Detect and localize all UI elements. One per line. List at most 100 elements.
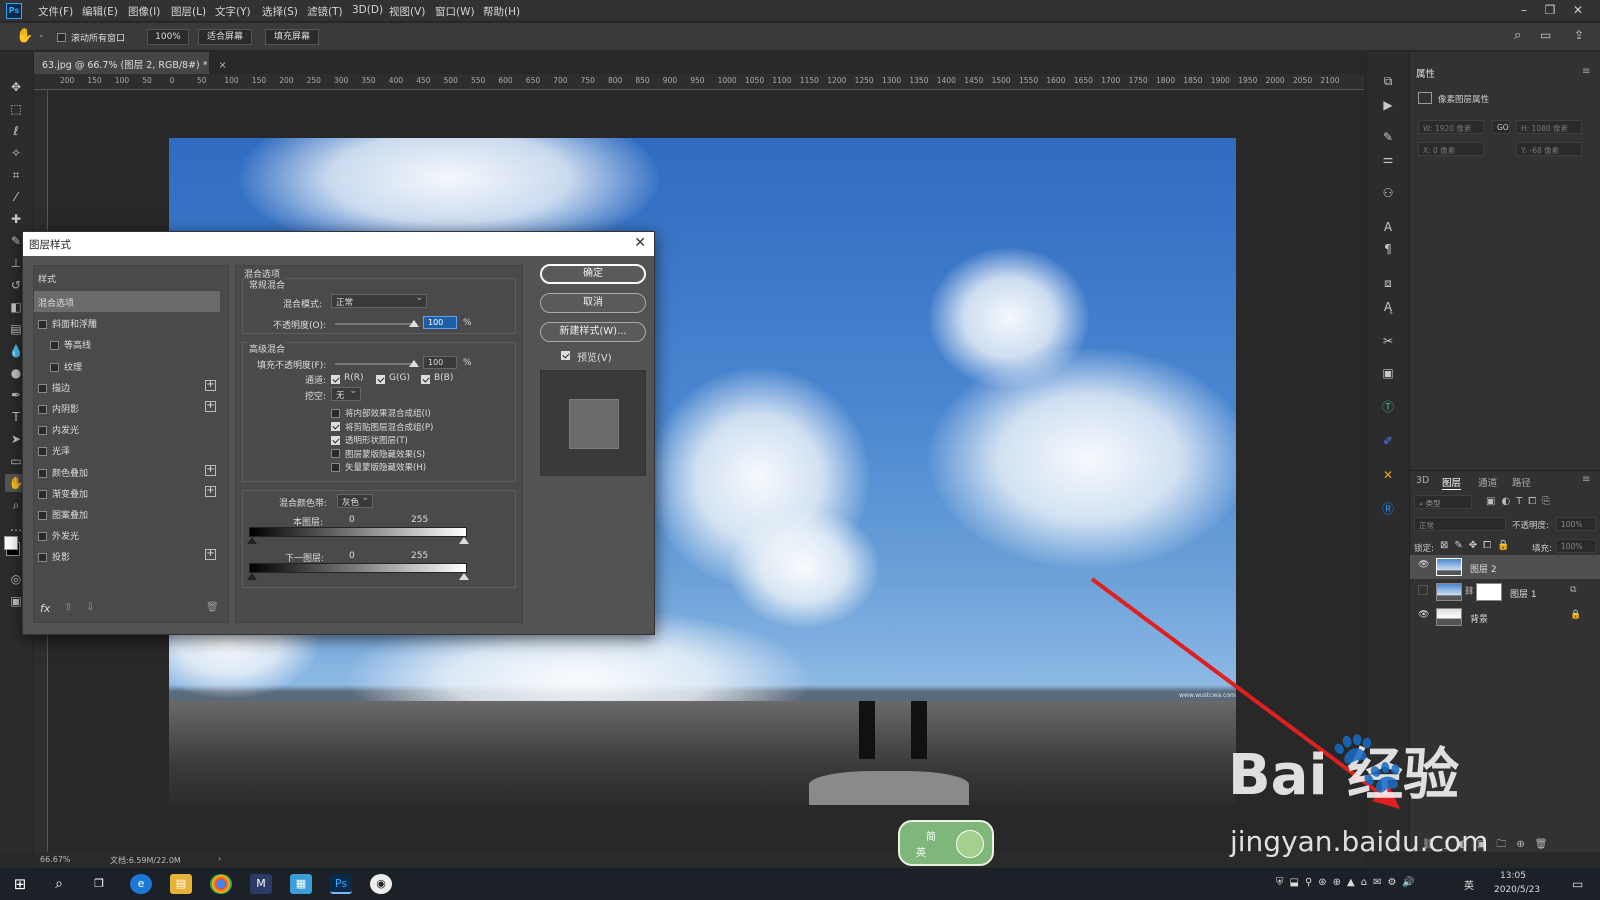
menu-layer[interactable]: 图层(L) — [171, 4, 206, 19]
blend-mode-select[interactable]: 正常 — [1414, 517, 1506, 531]
style-item[interactable]: 内阴影 + — [34, 397, 220, 418]
advanced-option-checkbox[interactable] — [331, 408, 340, 418]
lasso-tool-icon[interactable]: ℓ — [5, 122, 27, 140]
close-window-icon[interactable]: ✕ — [1566, 2, 1590, 18]
clock-time[interactable]: 13:05 — [1500, 871, 1526, 881]
add-style-icon[interactable]: + — [205, 485, 216, 497]
character-icon[interactable]: A — [1378, 218, 1398, 236]
menu-type[interactable]: 文字(Y) — [215, 4, 251, 19]
style-checkbox[interactable] — [38, 383, 47, 393]
advanced-option-checkbox[interactable] — [331, 449, 340, 458]
move-down-icon[interactable]: ⇩ — [86, 602, 94, 613]
zoom-100-button[interactable]: 100% — [147, 29, 189, 45]
document-tab[interactable]: 63.jpg @ 66.7% (图层 2, RGB/8#) * × — [34, 52, 227, 74]
chevron-right-icon[interactable]: › — [218, 854, 221, 863]
style-item[interactable]: 渐变叠加 + — [34, 482, 220, 503]
menu-select[interactable]: 选择(S) — [262, 4, 298, 19]
ime-widget[interactable]: 简 英 — [898, 820, 994, 866]
style-item[interactable]: 投影 + — [34, 545, 220, 566]
status-zoom[interactable]: 66.67% — [40, 855, 71, 864]
menu-file[interactable]: 文件(F) — [38, 4, 73, 19]
width-field[interactable]: W: 1920 像素 — [1418, 120, 1484, 134]
fill-screen-button[interactable]: 填充屏幕 — [265, 29, 319, 45]
knockout-select[interactable]: 无 — [331, 386, 361, 401]
opacity-slider-thumb[interactable] — [409, 320, 419, 327]
style-item[interactable]: 图案叠加 — [34, 503, 220, 524]
tray-icons[interactable]: ⛨⬓⚲⊛⊕▲⌂✉⚙🔊 — [1276, 877, 1421, 888]
marquee-tool-icon[interactable]: ⬚ — [5, 100, 27, 118]
add-style-icon[interactable]: + — [205, 379, 216, 391]
styles-header[interactable]: 样式 — [38, 272, 56, 285]
search-icon[interactable]: ⌕ — [48, 874, 70, 894]
menu-3d[interactable]: 3D(D) — [352, 4, 383, 16]
lock-icons[interactable]: ⊠✎✥⧠🔒 — [1440, 540, 1516, 551]
notification-icon[interactable]: ▭ — [1572, 877, 1583, 891]
style-item[interactable]: 光泽 — [34, 439, 220, 460]
fill-field[interactable]: 100% — [1556, 539, 1596, 553]
advanced-option[interactable]: 将剪贴图层混合成组(P) — [331, 421, 433, 433]
close-icon[interactable]: ✕ — [634, 235, 646, 251]
style-checkbox[interactable] — [38, 426, 47, 436]
menu-image[interactable]: 图像(I) — [128, 4, 160, 19]
panel-menu-icon[interactable]: ≡ — [1582, 66, 1590, 77]
underlying-high-thumb[interactable] — [459, 573, 469, 580]
style-item[interactable]: 纹理 — [34, 355, 220, 376]
blend-mode-select[interactable]: 正常 — [331, 293, 427, 308]
layer-filter-select[interactable]: ⌕ 类型 — [1414, 495, 1472, 509]
add-style-icon[interactable]: + — [205, 401, 216, 412]
style-checkbox[interactable] — [38, 489, 47, 499]
fill-opacity-slider-thumb[interactable] — [409, 360, 419, 367]
paragraph-icon[interactable]: ¶ — [1378, 240, 1398, 258]
layer-row[interactable]: 👁 背景 🔒 — [1410, 605, 1600, 629]
style-checkbox[interactable] — [38, 468, 47, 478]
style-checkbox[interactable] — [50, 362, 59, 372]
ok-button[interactable]: 确定 — [540, 264, 646, 284]
style-checkbox[interactable] — [38, 553, 47, 563]
layer-mask-thumbnail[interactable] — [1476, 583, 1502, 601]
menu-help[interactable]: 帮助(H) — [483, 4, 520, 19]
style-checkbox[interactable] — [38, 320, 47, 330]
close-tab-icon[interactable]: × — [219, 60, 227, 71]
plugin-pen-icon[interactable]: ✐ — [1378, 432, 1398, 450]
x-field[interactable]: X: 0 像素 — [1418, 142, 1484, 156]
visibility-toggle[interactable] — [1418, 585, 1428, 595]
workspace-icon[interactable]: ▭ — [1540, 28, 1551, 42]
fill-opacity-input[interactable]: 100 — [423, 356, 457, 369]
task-view-icon[interactable]: ❐ — [88, 874, 110, 894]
brush-settings-icon[interactable]: ✎ — [1378, 128, 1398, 146]
blend-if-select[interactable]: 灰色 — [337, 493, 373, 508]
scroll-all-checkbox[interactable] — [57, 32, 66, 43]
ime-simplified[interactable]: 简 — [926, 828, 936, 843]
background-color[interactable] — [4, 536, 18, 550]
advanced-option[interactable]: 透明形状图层(T) — [331, 434, 408, 446]
crop-tool-icon[interactable]: ⌗ — [5, 166, 27, 184]
plugin-r-icon[interactable]: Ⓡ — [1378, 500, 1398, 518]
ime-english[interactable]: 英 — [916, 844, 926, 859]
this-layer-low-thumb[interactable] — [247, 537, 257, 544]
opacity-slider-track[interactable] — [335, 323, 417, 325]
style-checkbox[interactable] — [38, 405, 47, 414]
eyedropper-icon[interactable]: ⁄ — [5, 188, 27, 206]
dialog-title-bar[interactable]: 图层样式 ✕ — [23, 232, 654, 256]
cancel-button[interactable]: 取消 — [540, 293, 646, 313]
move-tool-icon[interactable]: ✥ — [5, 78, 27, 96]
library-icon[interactable]: ▣ — [1378, 364, 1398, 382]
opacity-input[interactable]: 100 — [423, 316, 457, 329]
char-styles-icon[interactable]: ⧈ — [1378, 274, 1398, 292]
opacity-field[interactable]: 100% — [1556, 517, 1596, 531]
history-icon[interactable]: ⧉ — [1378, 72, 1398, 90]
layer-name[interactable]: 背景 — [1470, 612, 1488, 625]
channel-b-checkbox[interactable] — [421, 374, 430, 385]
add-style-icon[interactable]: + — [205, 464, 216, 476]
app-icon[interactable]: M — [250, 874, 272, 894]
eye-icon[interactable]: 👁 — [1418, 610, 1429, 620]
file-explorer-icon[interactable]: ▤ — [170, 874, 192, 894]
style-checkbox[interactable] — [38, 511, 47, 520]
trash-icon[interactable]: 🗑 — [206, 602, 219, 613]
app-icon[interactable]: ▦ — [290, 874, 312, 894]
browser-icon[interactable]: e — [130, 874, 152, 894]
share-icon[interactable]: ⇪ — [1574, 28, 1584, 42]
new-style-button[interactable]: 新建样式(W)... — [540, 322, 646, 342]
style-checkbox[interactable] — [50, 341, 59, 351]
menu-view[interactable]: 视图(V) — [389, 4, 425, 19]
